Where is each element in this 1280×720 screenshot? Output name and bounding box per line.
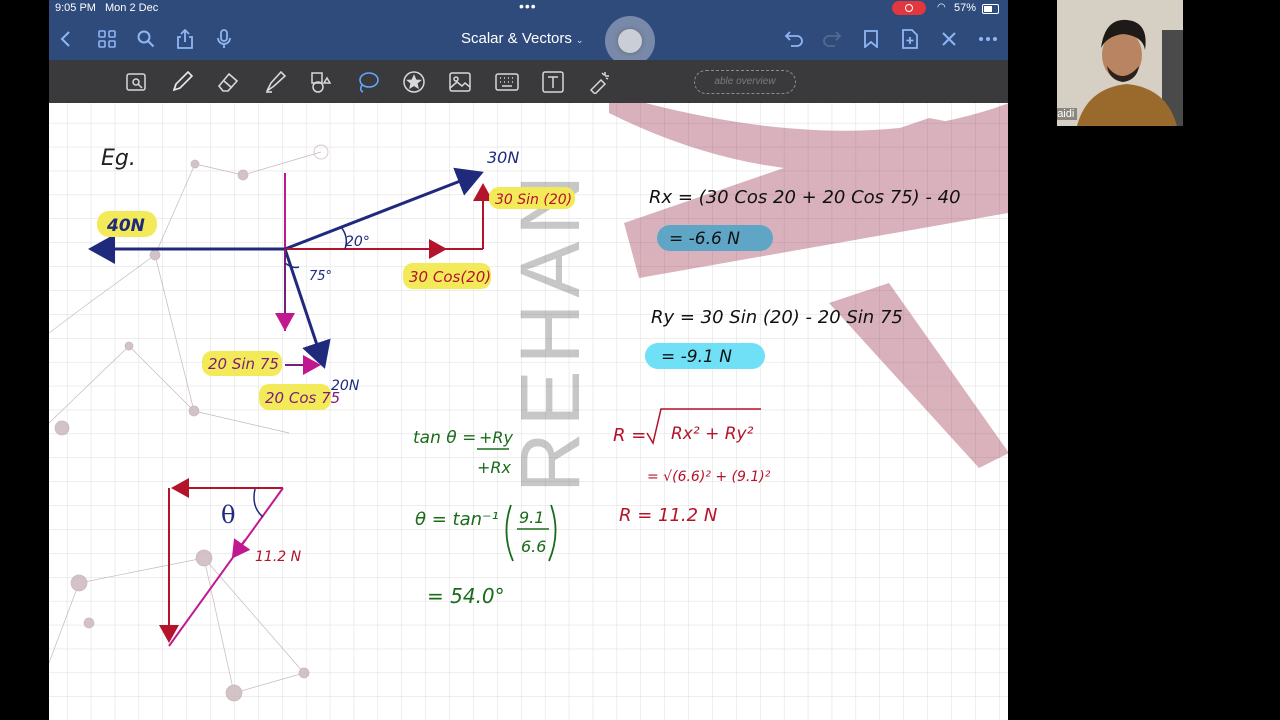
label-20sin: 20 Sin 75 <box>208 355 279 373</box>
theta-result: = 54.0° <box>427 584 505 608</box>
search-icon[interactable] <box>133 26 159 52</box>
triangle-force-label: 11.2 N <box>255 549 302 565</box>
undo-icon[interactable] <box>781 26 807 52</box>
r-result: R = 11.2 N <box>619 505 717 526</box>
grid-icon[interactable] <box>94 26 120 52</box>
keyboard-icon[interactable] <box>493 69 521 95</box>
document-title[interactable]: Scalar & Vectors ⌄ <box>461 30 583 47</box>
back-icon[interactable] <box>53 26 79 52</box>
example-label: Eg. <box>101 146 136 171</box>
triangle-theta: θ <box>221 501 235 529</box>
add-page-icon[interactable] <box>897 26 923 52</box>
highlighter-icon[interactable] <box>261 69 289 95</box>
battery-percent: 57% <box>954 2 977 14</box>
redo-icon[interactable] <box>819 26 845 52</box>
share-icon[interactable] <box>172 26 198 52</box>
rx-equation: Rx = (30 Cos 20 + 20 Cos 75) - 40 <box>649 187 961 208</box>
lasso-icon[interactable] <box>354 69 382 95</box>
ipad-screen: 9:05 PM Mon 2 Dec ••• ◠ 57% Scalar & Vec… <box>49 0 1008 720</box>
status-bar: 9:05 PM Mon 2 Dec ••• ◠ 57% <box>49 0 1008 18</box>
webcam-feed: Rehan Zaidi <box>1057 0 1183 126</box>
lasso-zoom-icon[interactable] <box>123 69 151 95</box>
multitask-dots-icon[interactable]: ••• <box>519 0 537 14</box>
label-30sin: 30 Sin (20) <box>495 192 572 208</box>
image-icon[interactable] <box>446 69 474 95</box>
close-icon[interactable] <box>936 26 962 52</box>
bookmark-icon[interactable] <box>858 26 884 52</box>
battery-icon <box>982 4 999 14</box>
label-40n: 40N <box>106 216 145 236</box>
wifi-icon: ◠ <box>937 2 946 13</box>
ry-result: = -9.1 N <box>661 347 732 367</box>
pen-icon[interactable] <box>168 69 196 95</box>
label-30n: 30N <box>487 148 519 167</box>
tool-options-pill[interactable]: able overview <box>694 70 796 94</box>
label-30cos: 30 Cos(20) <box>409 268 491 286</box>
sticker-icon[interactable] <box>400 69 428 95</box>
rx-result: = -6.6 N <box>669 229 740 249</box>
tan-theta-denominator: +Rx <box>477 458 512 477</box>
theta-numerator: 9.1 <box>519 508 544 527</box>
laser-pointer-icon[interactable] <box>585 69 613 95</box>
shapes-icon[interactable] <box>307 69 335 95</box>
theta-lhs: θ = tan⁻¹ <box>415 509 499 530</box>
eraser-icon[interactable] <box>214 69 242 95</box>
label-20cos: 20 Cos 75 <box>265 389 340 407</box>
screen-record-icon[interactable] <box>892 1 926 15</box>
r-sqrt-expression: Rx² + Ry² <box>671 424 754 444</box>
chevron-down-icon: ⌄ <box>575 35 584 45</box>
status-time: 9:05 PM <box>55 2 96 14</box>
text-icon[interactable] <box>539 69 567 95</box>
document-title-text: Scalar & Vectors <box>461 30 572 47</box>
status-date: Mon 2 Dec <box>105 2 159 14</box>
pencil-hover-indicator <box>605 16 655 66</box>
theta-denominator: 6.6 <box>521 537 546 556</box>
participant-name: Rehan Zaidi <box>1057 108 1078 120</box>
note-canvas[interactable]: REHAN Eg. 40N 30N 20° 30 Sin (20) 30 Cos… <box>49 103 1008 720</box>
tan-theta-numerator: +Ry <box>479 428 514 447</box>
ry-equation: Ry = 30 Sin (20) - 20 Sin 75 <box>651 307 903 328</box>
title-bar: Scalar & Vectors ⌄ <box>49 18 1008 60</box>
watermark-text: REHAN <box>503 169 597 493</box>
mic-icon[interactable] <box>211 26 237 52</box>
angle-label-20: 20° <box>345 234 370 250</box>
more-icon[interactable] <box>975 26 1001 52</box>
r-lhs: R = <box>613 425 646 446</box>
annotation-toolbar: able overview <box>49 60 1008 103</box>
angle-label-75: 75° <box>309 269 332 284</box>
tan-theta-lhs: tan θ = <box>413 428 476 448</box>
r-sqrt-values: = √(6.6)² + (9.1)² <box>647 469 771 485</box>
